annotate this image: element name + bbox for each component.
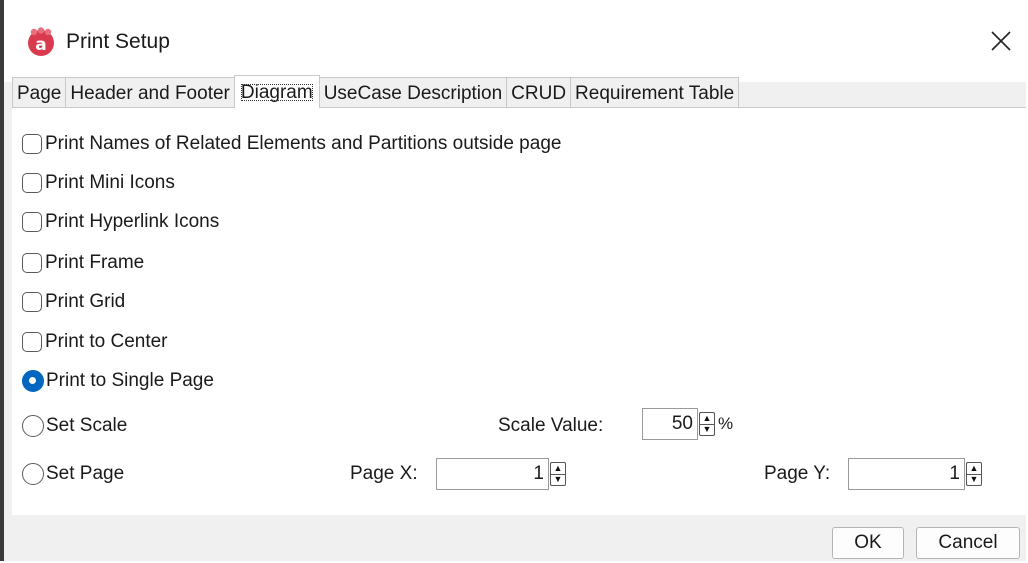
page-x-input[interactable]: 1 [436,458,549,490]
page-x-spinner: 1 ▲ ▼ [436,458,566,490]
tab-label: Header and Footer [70,83,230,104]
print-mini-icons-label: Print Mini Icons [45,172,175,193]
tab-crud[interactable]: CRUD [506,77,572,108]
scale-value-spinner: 50 ▲ ▼ % [642,408,733,440]
print-to-single-page-radio[interactable] [22,370,44,392]
print-hyperlink-icons-label: Print Hyperlink Icons [45,211,220,232]
scale-unit: % [718,414,734,433]
dialog-title: Print Setup [66,30,170,53]
page-x-label: Page X: [350,463,418,484]
spin-up-icon[interactable]: ▲ [967,463,981,475]
close-button[interactable] [978,18,1024,64]
set-page-radio[interactable] [22,463,44,485]
print-to-single-page-label: Print to Single Page [46,370,214,391]
ok-button[interactable]: OK [832,527,904,559]
set-page-option[interactable]: Set Page [22,460,124,488]
page-y-label: Page Y: [764,463,831,484]
print-to-center-checkbox[interactable] [22,332,42,352]
print-to-single-page-option[interactable]: Print to Single Page [22,367,214,395]
print-to-center-option[interactable]: Print to Center [22,328,168,356]
print-to-center-label: Print to Center [45,331,168,352]
print-grid-label: Print Grid [45,291,126,312]
spin-down-icon[interactable]: ▼ [967,475,981,486]
scale-spin-buttons[interactable]: ▲ ▼ [699,412,715,436]
print-mini-icons-option[interactable]: Print Mini Icons [22,169,175,197]
print-grid-option[interactable]: Print Grid [22,288,125,316]
cancel-button[interactable]: Cancel [916,527,1020,559]
print-hyperlink-icons-option[interactable]: Print Hyperlink Icons [22,208,219,236]
tab-diagram[interactable]: Diagram [233,75,320,108]
print-setup-dialog: a Print Setup Page Header and Footer Dia… [0,0,1026,561]
diagram-tab-panel: Print Names of Related Elements and Part… [12,107,1026,515]
print-frame-option[interactable]: Print Frame [22,249,144,277]
print-frame-label: Print Frame [45,252,145,273]
page-y-spin-buttons[interactable]: ▲ ▼ [966,462,982,486]
spin-down-icon[interactable]: ▼ [700,425,714,436]
close-icon [991,31,1011,51]
set-page-label: Set Page [46,463,125,484]
set-scale-label: Set Scale [46,415,128,436]
tab-strip: Page Header and Footer Diagram UseCase D… [12,75,740,108]
spin-down-icon[interactable]: ▼ [551,475,565,486]
page-y-spinner: 1 ▲ ▼ [848,458,982,490]
print-names-checkbox[interactable] [22,134,42,154]
tab-label: Diagram [240,82,313,103]
astah-logo-icon: a [28,27,54,56]
svg-text:a: a [35,35,46,55]
title-bar: a Print Setup [4,0,1026,82]
spin-up-icon[interactable]: ▲ [551,463,565,475]
dialog-footer: OK Cancel [4,515,1026,561]
set-scale-option[interactable]: Set Scale [22,412,127,440]
print-grid-checkbox[interactable] [22,292,42,312]
spin-up-icon[interactable]: ▲ [700,413,714,425]
print-names-option[interactable]: Print Names of Related Elements and Part… [22,130,561,158]
print-names-label: Print Names of Related Elements and Part… [45,133,562,154]
tab-header-and-footer[interactable]: Header and Footer [65,77,235,108]
tab-label: Requirement Table [575,83,735,104]
tab-requirement-table[interactable]: Requirement Table [570,77,740,108]
tab-label: UseCase Description [323,83,503,104]
print-hyperlink-icons-checkbox[interactable] [22,212,42,232]
scale-value-input[interactable]: 50 [642,408,698,440]
page-x-spin-buttons[interactable]: ▲ ▼ [550,462,566,486]
set-scale-radio[interactable] [22,415,44,437]
tab-page[interactable]: Page [12,77,67,108]
tab-label: CRUD [511,83,567,104]
tab-label: Page [17,83,62,104]
print-frame-checkbox[interactable] [22,253,42,273]
tab-usecase-description[interactable]: UseCase Description [318,77,508,108]
page-y-input[interactable]: 1 [848,458,965,490]
print-mini-icons-checkbox[interactable] [22,173,42,193]
scale-value-label: Scale Value: [498,415,604,436]
